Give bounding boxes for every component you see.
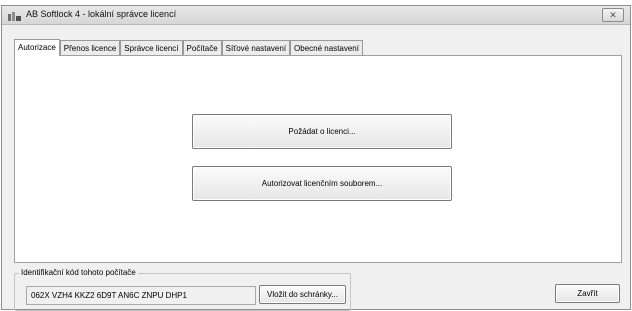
tab-sitove-nastaveni[interactable]: Síťové nastavení [221, 40, 291, 56]
authorize-license-file-button[interactable]: Autorizovat licenčním souborem... [192, 166, 452, 201]
tab-autorizace[interactable]: Autorizace [14, 39, 60, 56]
identification-legend: Identifikační kód tohoto počítače [19, 268, 138, 277]
tab-pocitace[interactable]: Počítače [182, 40, 222, 56]
close-icon[interactable]: ✕ [602, 8, 624, 22]
app-icon [8, 11, 22, 21]
request-license-button[interactable]: Požádat o licenci... [192, 114, 452, 149]
copy-to-clipboard-button[interactable]: Vložit do schránky... [259, 285, 346, 304]
title-bar: AB Softlock 4 - lokální správce licencí … [2, 6, 630, 25]
tab-strip: Autorizace Přenos licence Správce licenc… [14, 39, 363, 56]
close-button[interactable]: Zavřít [555, 284, 620, 303]
window-title: AB Softlock 4 - lokální správce licencí [26, 9, 177, 19]
app-window: AB Softlock 4 - lokální správce licencí … [1, 5, 631, 311]
tab-panel-autorizace: Požádat o licenci... Autorizovat licenčn… [14, 55, 622, 263]
computer-code-field[interactable]: 062X VZH4 KKZ2 6D9T AN6C ZNPU DHP1 [26, 286, 256, 305]
identification-group: Identifikační kód tohoto počítače 062X V… [14, 268, 351, 311]
tab-prenos-licence[interactable]: Přenos licence [59, 40, 121, 56]
tab-spravce-licenci[interactable]: Správce licencí [120, 40, 183, 56]
tab-obecne-nastaveni[interactable]: Obecné nastavení [290, 40, 363, 56]
